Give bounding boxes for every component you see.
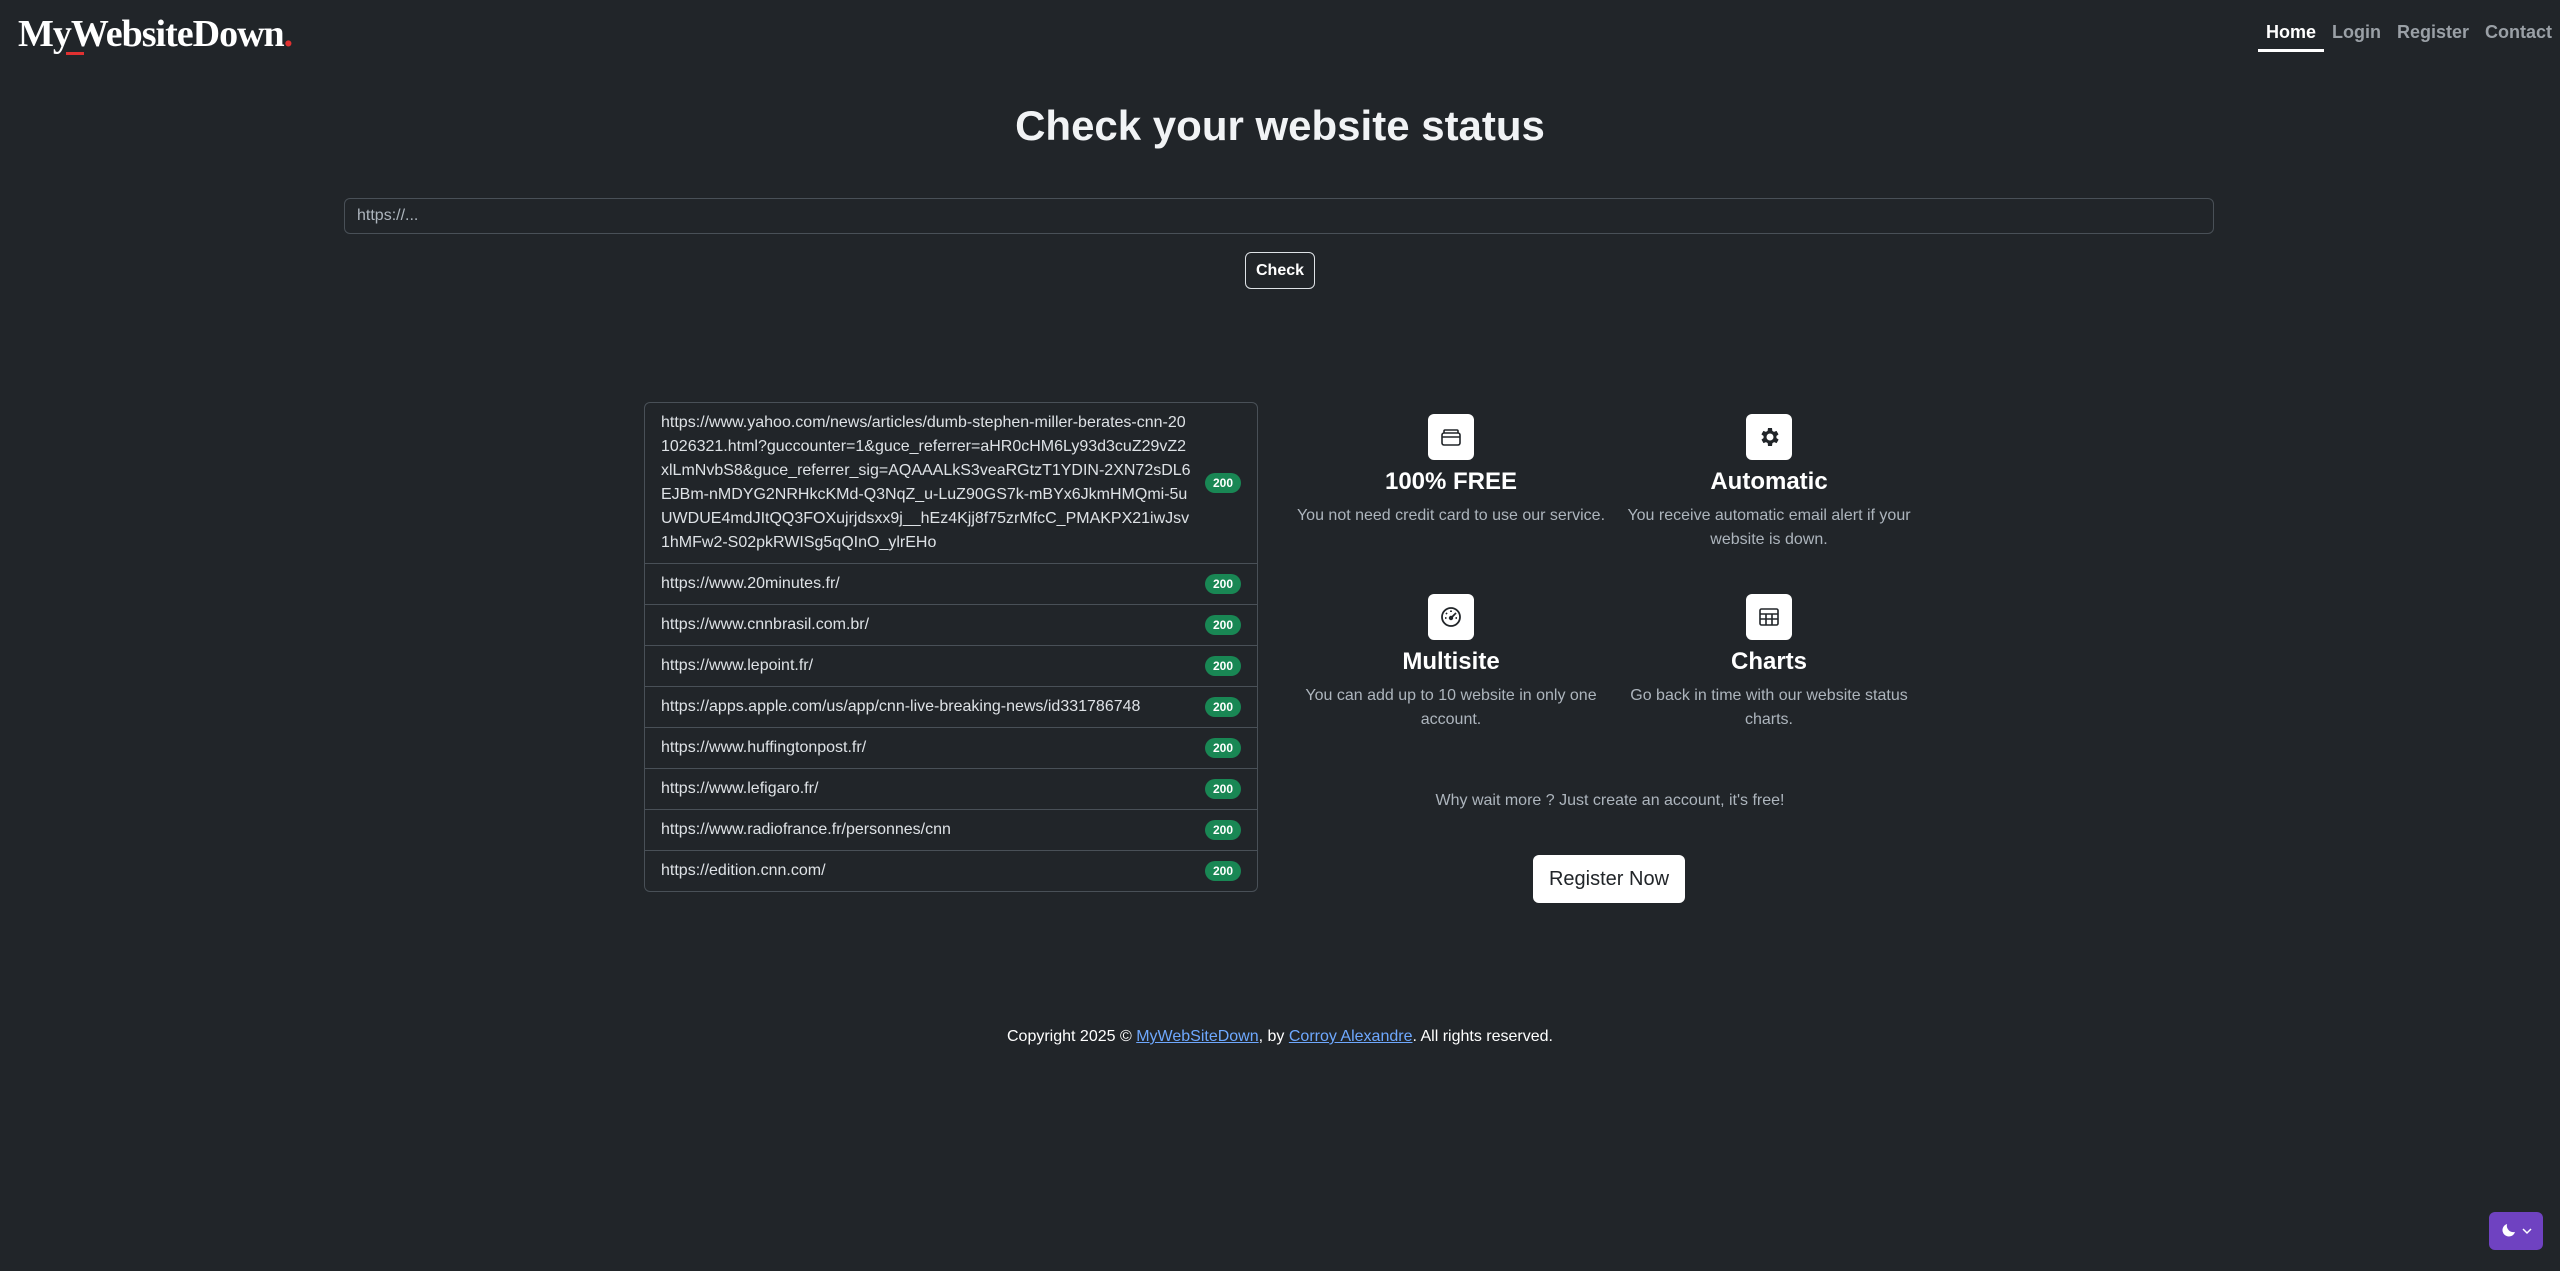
- monitored-sites-list: https://www.yahoo.com/news/articles/dumb…: [644, 402, 1258, 892]
- feature-title: Automatic: [1710, 468, 1828, 495]
- status-badge: 200: [1204, 738, 1241, 758]
- site-url: https://www.radiofrance.fr/personnes/cnn: [661, 821, 951, 838]
- list-item[interactable]: https://www.huffingtonpost.fr/ 200: [645, 728, 1257, 769]
- status-badge: 200: [1204, 820, 1241, 840]
- nav-register[interactable]: Register: [2389, 20, 2477, 52]
- list-item[interactable]: https://www.radiofrance.fr/personnes/cnn…: [645, 810, 1257, 851]
- status-badge: 200: [1204, 861, 1241, 881]
- theme-toggle-button[interactable]: [2489, 1212, 2543, 1250]
- site-url: https://www.lefigaro.fr/: [661, 780, 819, 797]
- status-badge: 200: [1204, 779, 1241, 799]
- list-item[interactable]: https://www.yahoo.com/news/articles/dumb…: [645, 403, 1257, 564]
- list-item[interactable]: https://edition.cnn.com/ 200: [645, 851, 1257, 891]
- footer: Copyright 2025 © MyWebSiteDown, by Corro…: [0, 1028, 2560, 1046]
- site-url: https://www.huffingtonpost.fr/: [661, 739, 867, 756]
- nav-login[interactable]: Login: [2324, 20, 2389, 52]
- site-url: https://www.cnnbrasil.com.br/: [661, 616, 870, 633]
- list-item[interactable]: https://www.lefigaro.fr/ 200: [645, 769, 1257, 810]
- logo-accent: [66, 52, 84, 55]
- gear-icon: [1746, 414, 1792, 460]
- nav-home[interactable]: Home: [2257, 20, 2324, 52]
- footer-author-link[interactable]: Corroy Alexandre: [1289, 1028, 1413, 1045]
- table-icon: [1746, 594, 1792, 640]
- site-url: https://www.yahoo.com/news/articles/dumb…: [661, 414, 1191, 551]
- list-item[interactable]: https://apps.apple.com/us/app/cnn-live-b…: [645, 687, 1257, 728]
- footer-prefix: Copyright 2025 ©: [1007, 1028, 1137, 1045]
- feature-desc: You can add up to 10 website in only one…: [1305, 687, 1597, 728]
- feature-desc: You not need credit card to use our serv…: [1296, 507, 1606, 524]
- feature-free: 100% FREE You not need credit card to us…: [1296, 414, 1606, 528]
- check-button[interactable]: Check: [1245, 252, 1315, 289]
- list-item[interactable]: https://www.lepoint.fr/ 200: [645, 646, 1257, 687]
- site-logo[interactable]: MyWebsiteDown.: [18, 12, 293, 56]
- footer-middle: , by: [1258, 1028, 1289, 1045]
- speedometer-icon: [1428, 594, 1474, 640]
- logo-dot: .: [283, 13, 293, 55]
- site-url: https://apps.apple.com/us/app/cnn-live-b…: [661, 698, 1141, 715]
- moon-icon: [2500, 1221, 2518, 1242]
- feature-desc: Go back in time with our website status …: [1630, 687, 1908, 728]
- footer-site-link[interactable]: MyWebSiteDown: [1136, 1028, 1258, 1045]
- cta-text: Why wait more ? Just create an account, …: [1435, 792, 1785, 809]
- status-badge: 200: [1204, 615, 1241, 635]
- feature-charts: Charts Go back in time with our website …: [1614, 594, 1924, 732]
- site-url: https://edition.cnn.com/: [661, 862, 826, 879]
- nav-contact[interactable]: Contact: [2477, 20, 2560, 52]
- list-item[interactable]: https://www.20minutes.fr/ 200: [645, 564, 1257, 605]
- site-url: https://www.20minutes.fr/: [661, 575, 840, 592]
- main-nav: Home Login Register Contact: [2257, 20, 2560, 52]
- page-title: Check your website status: [1015, 102, 1545, 149]
- feature-title: Multisite: [1402, 648, 1500, 675]
- feature-desc: You receive automatic email alert if you…: [1627, 507, 1911, 548]
- url-input[interactable]: [344, 198, 2214, 234]
- wallet-icon: [1428, 414, 1474, 460]
- site-url: https://www.lepoint.fr/: [661, 657, 814, 674]
- status-badge: 200: [1204, 656, 1241, 676]
- status-badge: 200: [1204, 697, 1241, 717]
- chevron-down-icon: [2522, 1224, 2532, 1239]
- footer-suffix: . All rights reserved.: [1412, 1028, 1553, 1045]
- feature-automatic: Automatic You receive automatic email al…: [1614, 414, 1924, 552]
- feature-title: 100% FREE: [1384, 468, 1518, 495]
- status-badge: 200: [1204, 473, 1241, 493]
- feature-title: Charts: [1730, 648, 1808, 675]
- status-badge: 200: [1204, 574, 1241, 594]
- logo-text: MyWebsiteDown: [18, 13, 285, 55]
- feature-multisite: Multisite You can add up to 10 website i…: [1296, 594, 1606, 732]
- register-now-button[interactable]: Register Now: [1533, 855, 1685, 903]
- list-item[interactable]: https://www.cnnbrasil.com.br/ 200: [645, 605, 1257, 646]
